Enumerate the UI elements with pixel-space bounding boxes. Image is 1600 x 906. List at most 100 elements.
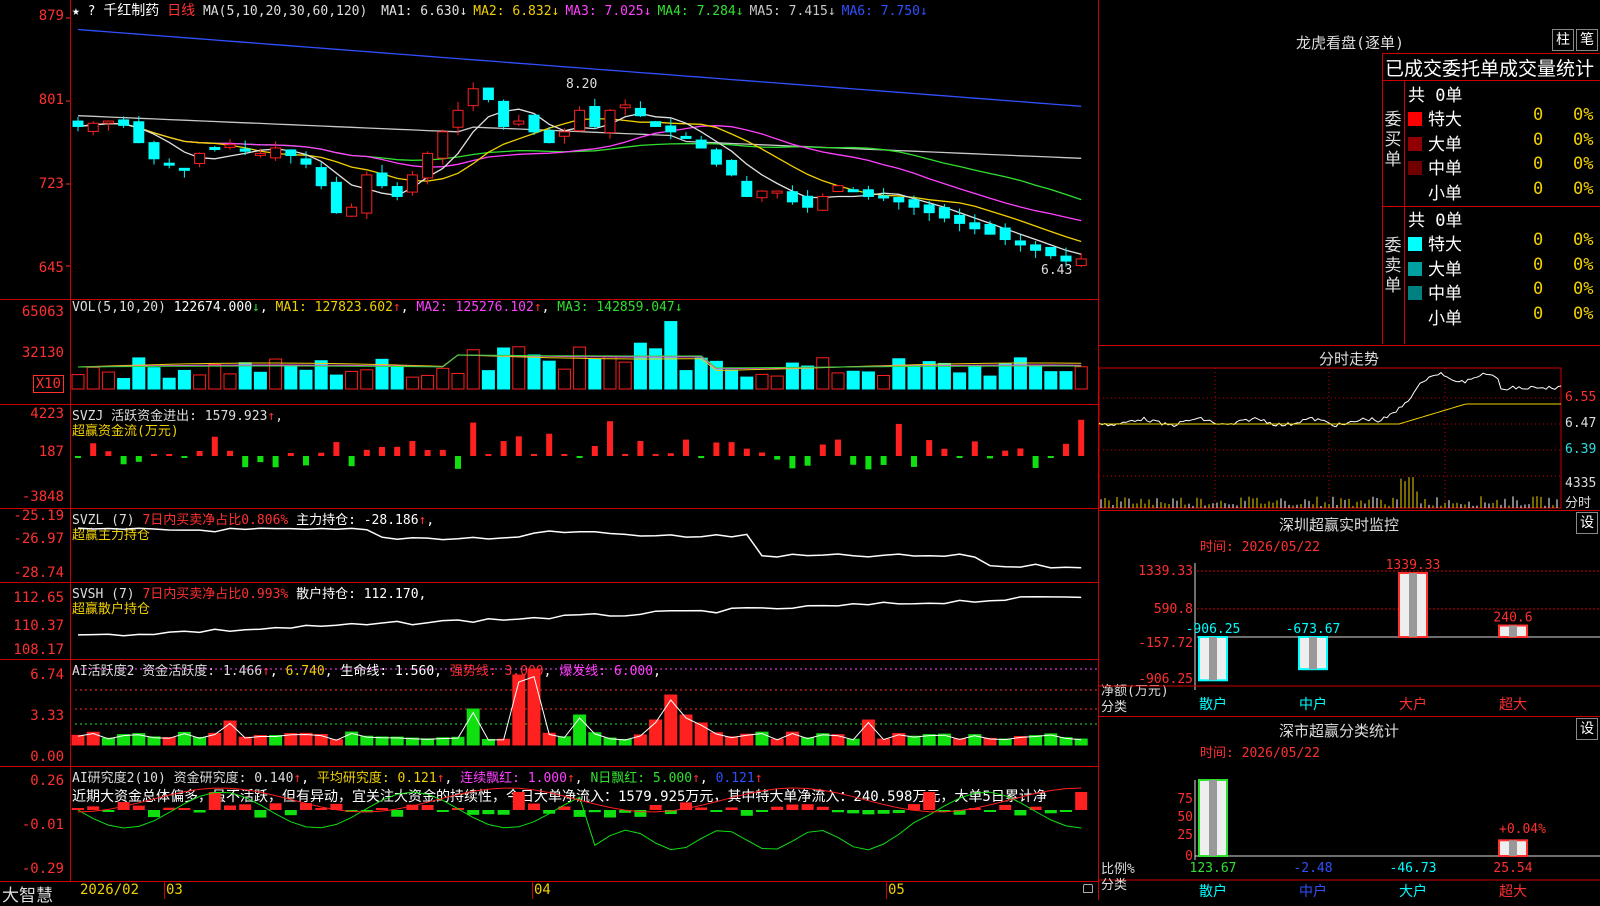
ai-active-bar [177, 731, 191, 746]
candle-body [710, 149, 722, 165]
volume-bar [664, 321, 678, 390]
candle-body [878, 195, 890, 199]
candle-body [467, 88, 479, 107]
lock-icon[interactable] [1083, 884, 1093, 893]
volume-panel[interactable]: VOL(5,10,20) 122674.000↓, MA1: 127823.60… [0, 299, 1098, 404]
candlestick-chart[interactable] [0, 0, 1098, 299]
ai-research-bar [421, 804, 434, 810]
svzj-bar [880, 456, 887, 465]
candle-body [239, 148, 251, 152]
volume-bar [86, 366, 100, 390]
ai-active-bar [527, 668, 541, 746]
candle-body [330, 181, 342, 214]
date-label: 03 [166, 882, 183, 898]
candle-body [1014, 240, 1026, 246]
svzj-bar [850, 456, 857, 465]
candle-body [984, 224, 996, 235]
ai-active-bar [573, 714, 587, 746]
ai-research-bar [816, 806, 829, 810]
ai-research-bar [254, 810, 267, 818]
ai-active-bar [664, 694, 678, 746]
monitor-chart[interactable]: 1339.33590.8-157.72-906.25-906.25散户-673.… [1099, 0, 1600, 900]
monitor-category-label: 散户 [1199, 696, 1227, 713]
ai-research-bar [1014, 810, 1027, 816]
svzj-bar [1017, 448, 1024, 456]
monitor-tick-label: 1339.33 [1138, 564, 1193, 579]
svzj-bar [75, 456, 81, 458]
classify-category-label: 超大 [1499, 884, 1527, 900]
svzj-panel[interactable]: SVZJ 活跃资金进出: 1579.923↑, 超赢资金流(万元) 4223 1… [0, 404, 1098, 508]
ai-active-bars[interactable] [0, 659, 1098, 766]
svzj-bar [576, 456, 583, 458]
candle-body [938, 207, 950, 219]
ai-research-bar [239, 804, 252, 810]
candle-body [543, 130, 555, 144]
candle-body [817, 195, 829, 211]
candle-body [163, 162, 175, 166]
volume-bar [132, 357, 146, 390]
volume-bar [1029, 365, 1043, 390]
ai-research-bar [1060, 810, 1072, 812]
ai-research-bar [740, 810, 753, 816]
ai-research-bar [923, 792, 936, 810]
candle-body [574, 109, 586, 132]
candle-body [1030, 244, 1042, 251]
volume-bar [557, 368, 571, 390]
volume-bar [618, 361, 632, 390]
volume-bar [223, 373, 237, 390]
svzj-bar [971, 441, 978, 456]
svzj-bar [956, 456, 963, 458]
ai-research-panel[interactable]: AI研究度2(10) 资金研究度: 0.140↑, 平均研究度: 0.121↑,… [0, 766, 1098, 881]
candle-body [726, 159, 738, 176]
svzj-bars[interactable] [0, 404, 1098, 508]
candle-body [376, 172, 388, 187]
ai-research-bar [725, 807, 738, 810]
ai-active-bar [466, 708, 480, 746]
svzj-bar [835, 439, 841, 456]
volume-bar [770, 375, 784, 390]
monitor-tick-label: -157.72 [1138, 636, 1193, 651]
svzj-bar [652, 454, 659, 456]
svzl-line[interactable] [0, 508, 1098, 582]
right-sep [1099, 716, 1600, 717]
svsh-line[interactable] [0, 582, 1098, 659]
svzj-bar [865, 456, 872, 470]
svzj-bar [409, 441, 416, 456]
ma6-line [77, 28, 1082, 107]
candle-body [528, 114, 540, 133]
ai-active-panel[interactable]: AI活跃度2 资金活跃度: 1.466↑, 6.740, 生命线: 1.560,… [0, 659, 1098, 766]
svzj-bar [667, 453, 674, 456]
ai-research-bar [148, 810, 160, 818]
candle-body [665, 125, 677, 133]
volume-bar [238, 362, 252, 390]
low-price-label: 6.43 [1041, 263, 1073, 278]
ai-research-chart[interactable] [0, 766, 1098, 881]
svzj-bar [607, 421, 613, 456]
svsh-panel[interactable]: SVSH (7) 7日内买卖净占比0.993% 散户持仓: 112.170, 超… [0, 582, 1098, 659]
ai-research-bar [1075, 792, 1088, 810]
ai-research-bar [847, 810, 860, 814]
svzj-bar [166, 454, 173, 456]
volume-bars[interactable] [0, 299, 1098, 404]
brand-label[interactable]: 大智慧 [2, 881, 53, 906]
volume-bar [329, 374, 343, 390]
svzj-bar [546, 433, 553, 456]
volume-bar [542, 360, 556, 390]
candle-body [513, 120, 525, 125]
month-tick [532, 881, 533, 899]
candle-body [1075, 258, 1087, 267]
svzl-panel[interactable]: SVZL (7) 7日内买卖净占比0.806% 主力持仓: -28.186↑, … [0, 508, 1098, 582]
svzj-bar [470, 422, 477, 456]
svzj-bar [135, 456, 142, 462]
price-chart-panel[interactable]: ★ ? 千红制药 日线 MA(5,10,20,30,60,120) MA1: 6… [0, 0, 1098, 299]
ai-research-bar [497, 810, 510, 815]
volume-bar [208, 364, 222, 390]
ai-research-bar [391, 810, 404, 817]
svzj-bar [455, 456, 461, 469]
svzj-bar [895, 423, 902, 456]
candle-body [1045, 246, 1057, 257]
ai-research-bar [786, 804, 799, 810]
classify-settings-button[interactable]: 设 [1576, 718, 1598, 740]
ai-research-bar [604, 810, 616, 818]
svzj-bar [728, 442, 735, 456]
